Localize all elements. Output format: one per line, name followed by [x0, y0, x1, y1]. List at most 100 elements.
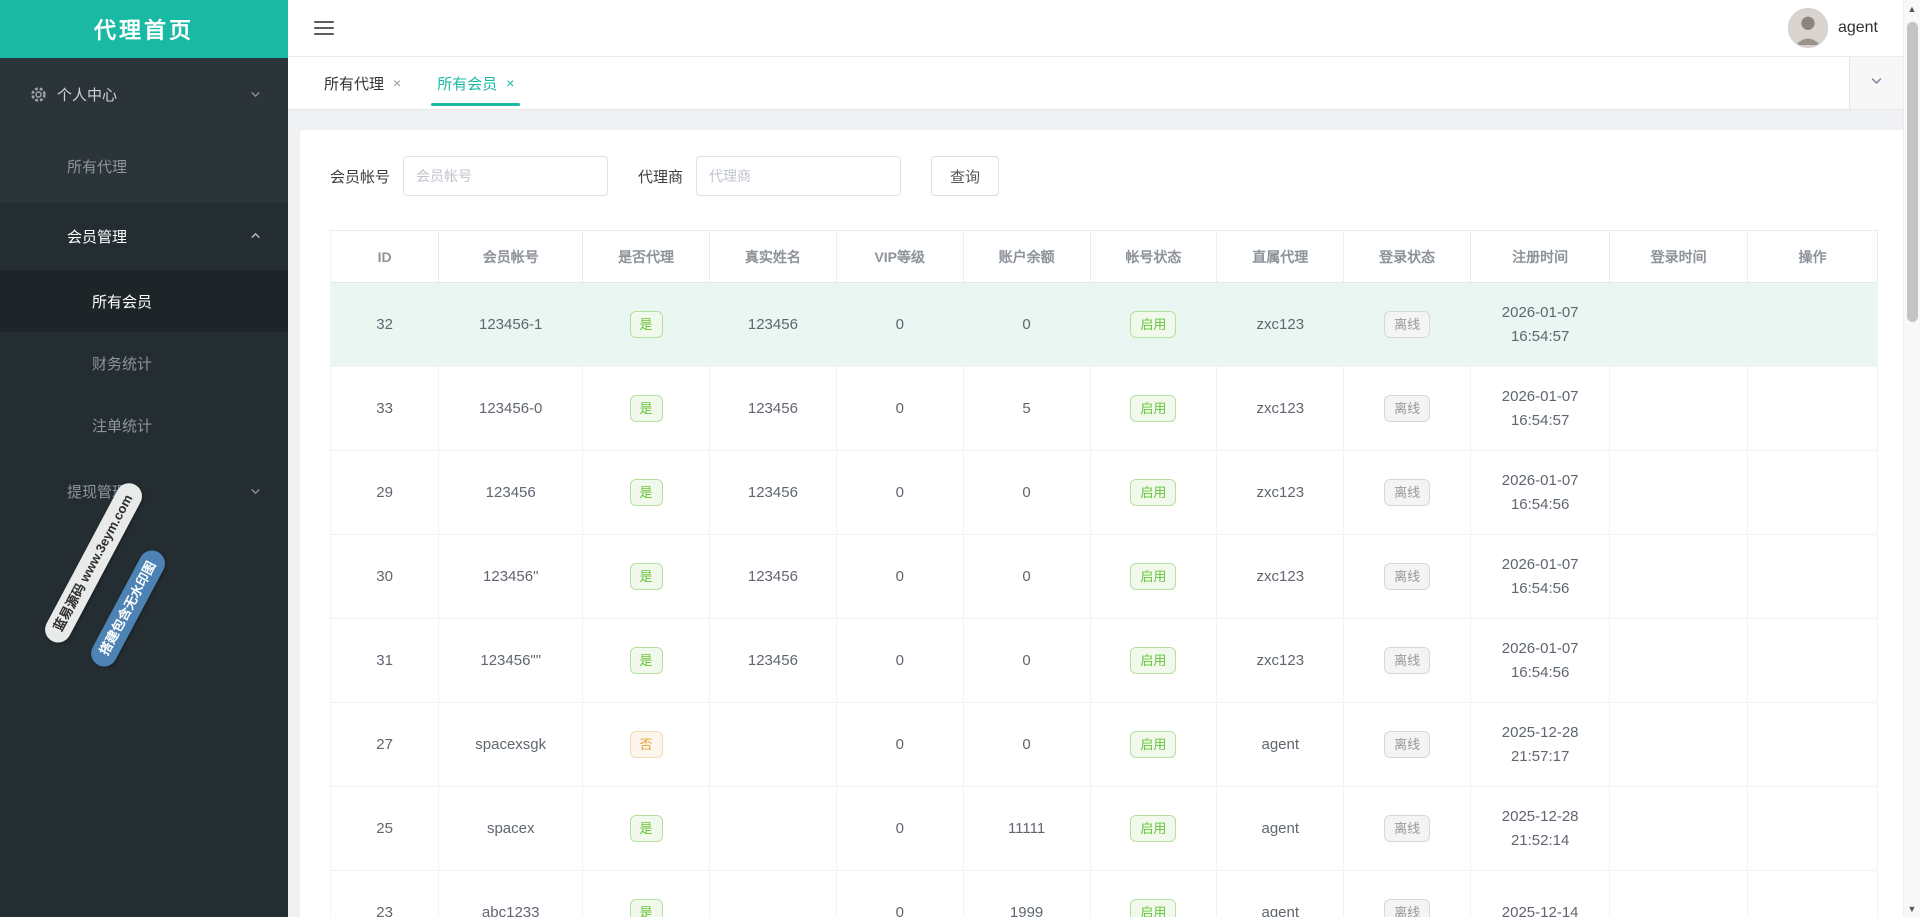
is-agent-badge: 是: [630, 479, 663, 507]
cell-real-name: [709, 871, 836, 917]
cell-login-time: [1610, 619, 1748, 703]
cell-is-agent: 是: [583, 787, 710, 871]
cell-vip-level: 0: [836, 283, 963, 367]
login-state-badge: 离线: [1384, 899, 1430, 917]
cell-balance: 0: [963, 619, 1090, 703]
cell-login-time: [1610, 787, 1748, 871]
cell-status: 启用: [1090, 787, 1217, 871]
sidebar-item-label: 个人中心: [57, 84, 117, 105]
hamburger-menu-icon[interactable]: [314, 17, 334, 39]
user-menu[interactable]: agent: [1788, 8, 1878, 48]
sidebar-item-member-management[interactable]: 会员管理: [0, 202, 288, 270]
cell-vip-level: 0: [836, 451, 963, 535]
cell-action: [1747, 871, 1877, 917]
status-badge: 启用: [1130, 479, 1176, 507]
cell-action: [1747, 619, 1877, 703]
cell-account: 123456"": [439, 619, 583, 703]
sidebar-item-bet-stats[interactable]: 注单统计: [0, 394, 288, 456]
cell-register-time: 2026-01-0716:54:57: [1471, 367, 1610, 451]
sidebar-item-withdraw-management[interactable]: 提现管理: [0, 456, 288, 526]
cell-balance: 5: [963, 367, 1090, 451]
is-agent-badge: 是: [630, 815, 663, 843]
cell-balance: 0: [963, 703, 1090, 787]
cell-vip-level: 0: [836, 787, 963, 871]
cell-register-time: 2026-01-0716:54:56: [1471, 619, 1610, 703]
cell-id: 31: [331, 619, 439, 703]
cell-real-name: 123456: [709, 451, 836, 535]
status-badge: 启用: [1130, 815, 1176, 843]
cell-direct-agent: zxc123: [1217, 619, 1344, 703]
cell-account: 123456-1: [439, 283, 583, 367]
status-badge: 启用: [1130, 647, 1176, 675]
table-row: 29 123456 是 123456 0 0 启用 zxc123 离线 2026…: [331, 451, 1878, 535]
cell-is-agent: 是: [583, 871, 710, 917]
login-state-badge: 离线: [1384, 563, 1430, 591]
cell-real-name: [709, 787, 836, 871]
login-state-badge: 离线: [1384, 311, 1430, 339]
cell-direct-agent: zxc123: [1217, 283, 1344, 367]
cell-balance: 0: [963, 535, 1090, 619]
sidebar-item-all-agents[interactable]: 所有代理: [0, 130, 288, 202]
search-form: 会员帐号 代理商 查询: [330, 156, 1878, 196]
status-badge: 启用: [1130, 395, 1176, 423]
member-account-input[interactable]: [403, 156, 608, 196]
close-icon[interactable]: ×: [393, 75, 401, 91]
sidebar-item-personal-center[interactable]: 个人中心: [0, 58, 288, 130]
close-icon[interactable]: ×: [506, 75, 514, 91]
sidebar-item-finance-stats[interactable]: 财务统计: [0, 332, 288, 394]
query-button[interactable]: 查询: [931, 156, 999, 196]
cell-action: [1747, 535, 1877, 619]
scroll-up-arrow[interactable]: ▲: [1904, 0, 1920, 17]
sidebar: 代理首页 个人中心 所有代理 会员管理 所有会员: [0, 0, 288, 917]
cell-status: 启用: [1090, 367, 1217, 451]
tab-options-dropdown[interactable]: [1849, 57, 1903, 109]
cell-balance: 0: [963, 451, 1090, 535]
tab-label: 所有会员: [437, 73, 497, 94]
cell-id: 23: [331, 871, 439, 917]
cell-direct-agent: zxc123: [1217, 451, 1344, 535]
top-header: agent: [288, 0, 1920, 57]
column-header: 会员帐号: [439, 231, 583, 283]
cell-register-time: 2026-01-0716:54:56: [1471, 535, 1610, 619]
cell-is-agent: 是: [583, 451, 710, 535]
cell-id: 29: [331, 451, 439, 535]
main-area: agent 所有代理 × 所有会员 × 会员帐号: [288, 0, 1920, 917]
is-agent-badge: 是: [630, 899, 663, 917]
tab-all-members[interactable]: 所有会员 ×: [419, 57, 532, 109]
login-state-badge: 离线: [1384, 815, 1430, 843]
scrollbar-thumb[interactable]: [1907, 22, 1918, 322]
cell-is-agent: 否: [583, 703, 710, 787]
column-header: VIP等级: [836, 231, 963, 283]
scroll-down-arrow[interactable]: ▼: [1904, 900, 1920, 917]
sidebar-item-label: 会员管理: [67, 226, 127, 247]
cell-register-time: 2025-12-14: [1471, 871, 1610, 917]
user-name: agent: [1838, 19, 1878, 37]
cell-real-name: 123456: [709, 283, 836, 367]
table-row: 32 123456-1 是 123456 0 0 启用 zxc123 离线 20…: [331, 283, 1878, 367]
sidebar-item-label: 财务统计: [92, 353, 152, 374]
cell-real-name: 123456: [709, 619, 836, 703]
cell-register-time: 2025-12-2821:57:17: [1471, 703, 1610, 787]
cell-real-name: 123456: [709, 535, 836, 619]
cell-id: 27: [331, 703, 439, 787]
agent-input[interactable]: [696, 156, 901, 196]
column-header: 直属代理: [1217, 231, 1344, 283]
cell-login-time: [1610, 871, 1748, 917]
member-account-label: 会员帐号: [330, 166, 390, 187]
cell-login-time: [1610, 535, 1748, 619]
is-agent-badge: 是: [630, 395, 663, 423]
cell-real-name: [709, 703, 836, 787]
cell-account: spacexsgk: [439, 703, 583, 787]
cell-login-state: 离线: [1344, 787, 1471, 871]
cell-login-state: 离线: [1344, 283, 1471, 367]
chevron-down-icon: [249, 88, 262, 101]
sidebar-item-all-members[interactable]: 所有会员: [0, 270, 288, 332]
table-body: 32 123456-1 是 123456 0 0 启用 zxc123 离线 20…: [331, 283, 1878, 917]
vertical-scrollbar[interactable]: ▲ ▼: [1903, 0, 1920, 917]
status-badge: 启用: [1130, 731, 1176, 759]
cell-account: 123456: [439, 451, 583, 535]
cell-login-state: 离线: [1344, 871, 1471, 917]
cell-is-agent: 是: [583, 283, 710, 367]
cell-status: 启用: [1090, 535, 1217, 619]
tab-all-agents[interactable]: 所有代理 ×: [306, 57, 419, 109]
